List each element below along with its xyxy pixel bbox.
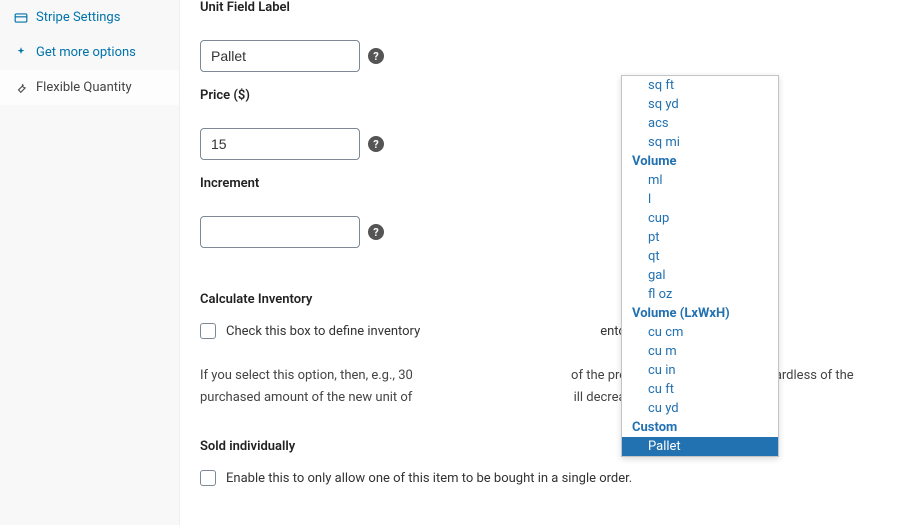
- sparkle-icon: [14, 46, 28, 60]
- dropdown-option[interactable]: cu cm: [622, 323, 778, 342]
- dropdown-option[interactable]: cu m: [622, 342, 778, 361]
- dropdown-option[interactable]: cu ft: [622, 380, 778, 399]
- dropdown-option[interactable]: qt: [622, 247, 778, 266]
- sidebar: Stripe Settings Get more options Flexibl…: [0, 0, 180, 525]
- increment-input[interactable]: [200, 216, 360, 248]
- dropdown-option[interactable]: cup: [622, 209, 778, 228]
- label-increment: Increment: [200, 176, 918, 191]
- dropdown-option[interactable]: sq ft: [622, 76, 778, 95]
- sidebar-item-label: Stripe Settings: [36, 10, 120, 25]
- section-calculate-inventory: Calculate Inventory Check this box to de…: [200, 292, 918, 409]
- dropdown-option[interactable]: ml: [622, 171, 778, 190]
- dropdown-option[interactable]: cu yd: [622, 399, 778, 418]
- wrench-icon: [14, 81, 28, 95]
- unit-field-label-input[interactable]: [200, 40, 360, 72]
- dropdown-group: Volume: [622, 152, 778, 171]
- field-unit-label: Unit Field Label ?: [200, 0, 918, 72]
- label-unit-field: Unit Field Label: [200, 0, 918, 15]
- dropdown-group: Custom: [622, 418, 778, 437]
- dropdown-option[interactable]: pt: [622, 228, 778, 247]
- price-input[interactable]: [200, 128, 360, 160]
- dropdown-option[interactable]: fl oz: [622, 285, 778, 304]
- help-icon[interactable]: ?: [368, 136, 384, 152]
- main-panel: Unit Field Label ? Price ($) ? Increment…: [180, 0, 918, 525]
- unit-of-measure-dropdown[interactable]: sq ftsq ydacssq miVolumemllcupptqtgalfl …: [621, 75, 779, 457]
- sidebar-item-flexible-quantity[interactable]: Flexible Quantity: [0, 70, 179, 105]
- sold-individually-title: Sold individually: [200, 439, 918, 454]
- label-price: Price ($): [200, 88, 918, 103]
- sidebar-item-stripe[interactable]: Stripe Settings: [0, 0, 179, 35]
- help-icon[interactable]: ?: [368, 224, 384, 240]
- section-sold-individually: Sold individually Enable this to only al…: [200, 439, 918, 486]
- dropdown-option[interactable]: cu in: [622, 361, 778, 380]
- sidebar-item-more-options[interactable]: Get more options: [0, 35, 179, 70]
- sold-individually-checkbox[interactable]: [200, 470, 216, 486]
- dropdown-option[interactable]: sq yd: [622, 95, 778, 114]
- sidebar-item-label: Get more options: [36, 45, 136, 60]
- card-icon: [14, 11, 28, 25]
- calculate-inventory-title: Calculate Inventory: [200, 292, 918, 307]
- dropdown-option[interactable]: Pallet: [622, 437, 778, 456]
- sold-individually-text: Enable this to only allow one of this it…: [226, 471, 632, 486]
- calculate-inventory-checkbox[interactable]: [200, 323, 216, 339]
- dropdown-option[interactable]: l: [622, 190, 778, 209]
- field-increment: Increment ?: [200, 176, 918, 248]
- help-icon[interactable]: ?: [368, 48, 384, 64]
- dropdown-option[interactable]: acs: [622, 114, 778, 133]
- sidebar-item-label: Flexible Quantity: [36, 80, 132, 95]
- calculate-inventory-para: If you select this option, then, e.g., 3…: [200, 365, 918, 409]
- dropdown-option[interactable]: gal: [622, 266, 778, 285]
- field-price: Price ($) ?: [200, 88, 918, 160]
- dropdown-option[interactable]: sq mi: [622, 133, 778, 152]
- col-left: Unit Field Label ? Price ($) ? Increment…: [200, 0, 918, 505]
- dropdown-group: Volume (LxWxH): [622, 304, 778, 323]
